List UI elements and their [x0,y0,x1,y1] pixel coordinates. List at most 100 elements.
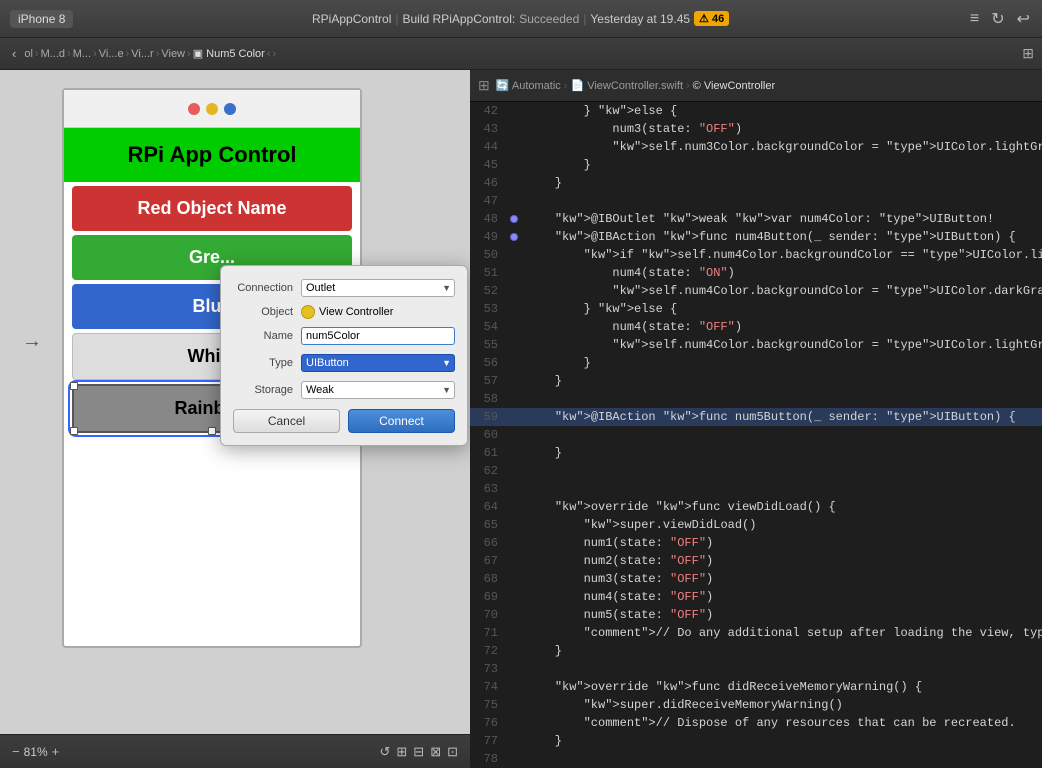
top-bar-left: iPhone 8 [10,10,73,28]
line-dot [506,228,522,246]
code-line: 78 [470,750,1042,768]
btn-red-object[interactable]: Red Object Name [72,186,352,231]
zoom-in-btn[interactable]: + [52,744,60,759]
line-content: num3(state: "OFF") [522,570,1042,588]
left-panel: → RPi App Control Red Object Name Gre...… [0,70,470,768]
storage-select[interactable]: Weak Strong [301,381,455,399]
line-dot [506,498,522,516]
layout-icon-5[interactable]: ⊡ [447,744,458,760]
build-action: Build RPiAppControl: [403,12,516,26]
connection-row: Connection Outlet Action ▼ [233,278,455,297]
breadcrumb-item-num5[interactable]: ▣ Num5 Color [193,47,265,60]
type-select[interactable]: UIButton [301,354,455,372]
warning-badge: ⚠ 46 [694,11,729,26]
line-number: 65 [470,516,506,534]
line-dot [506,750,522,768]
nav-bar: ‹ ol › M...d › M... › Vi...e › Vi...r › … [0,38,1042,70]
line-content [522,426,1042,444]
layout-icon-2[interactable]: ⊞ [396,744,407,760]
project-name: RPiAppControl [312,12,391,26]
object-label: Object [233,306,301,318]
line-number: 55 [470,336,506,354]
line-number: 45 [470,156,506,174]
code-line: 46 } [470,174,1042,192]
line-dot [506,714,522,732]
line-dot [506,174,522,192]
build-result: Succeeded [519,12,579,26]
line-dot [506,696,522,714]
code-line: 49 "kw">@IBAction "kw">func num4Button(_… [470,228,1042,246]
line-content: } [522,642,1042,660]
line-dot [506,354,522,372]
pipe-sep: | [395,12,398,26]
zoom-out-btn[interactable]: − [12,744,20,759]
line-dot [506,318,522,336]
back-icon[interactable]: ↩ [1015,7,1032,31]
code-line: 50 "kw">if "kw">self.num4Color.backgroun… [470,246,1042,264]
connection-select[interactable]: Outlet Action [301,279,455,297]
connection-dialog: Connection Outlet Action ▼ Object View C… [220,265,468,446]
line-content: } [522,354,1042,372]
name-input[interactable] [301,327,455,345]
cancel-button[interactable]: Cancel [233,409,340,433]
line-number: 75 [470,696,506,714]
code-line: 68 num3(state: "OFF") [470,570,1042,588]
name-label: Name [233,330,301,342]
line-dot [506,102,522,120]
top-bar-center: RPiAppControl | Build RPiAppControl: Suc… [81,11,959,26]
code-line: 64 "kw">override "kw">func viewDidLoad()… [470,498,1042,516]
dot-yellow [206,103,218,115]
build-timestamp: Yesterday at 19.45 [590,12,690,26]
code-line: 73 [470,660,1042,678]
line-dot [506,552,522,570]
pipe-sep2: | [583,12,586,26]
layout-icon-4[interactable]: ⊠ [430,744,441,760]
line-number: 62 [470,462,506,480]
connection-label: Connection [233,282,301,294]
line-number: 47 [470,192,506,210]
app-header [64,90,360,128]
grid-icon[interactable]: ⊞ [1022,45,1034,62]
breakpoint-dot[interactable] [510,233,518,241]
layout-icon-3[interactable]: ⊟ [413,744,424,760]
top-bar-right: ≡ ↻ ↩ [968,7,1032,31]
line-dot [506,642,522,660]
line-content: "kw">super.viewDidLoad() [522,516,1042,534]
line-number: 44 [470,138,506,156]
line-number: 64 [470,498,506,516]
main-area: → RPi App Control Red Object Name Gre...… [0,70,1042,768]
line-number: 54 [470,318,506,336]
type-label: Type [233,357,301,369]
top-bar: iPhone 8 RPiAppControl | Build RPiAppCon… [0,0,1042,38]
code-line: 42 } "kw">else { [470,102,1042,120]
build-status: RPiAppControl | Build RPiAppControl: Suc… [312,11,729,26]
line-number: 56 [470,354,506,372]
vc-icon [301,305,315,319]
line-content: } [522,174,1042,192]
line-dot [506,660,522,678]
line-content: "kw">override "kw">func viewDidLoad() { [522,498,1042,516]
refresh-icon[interactable]: ↻ [989,7,1006,31]
zoom-control: − 81% + [12,744,59,759]
nav-back-btn[interactable]: ‹ [8,44,20,63]
canvas-area: → RPi App Control Red Object Name Gre...… [0,70,470,734]
layout-icon-1[interactable]: ↺ [379,744,390,760]
connect-button[interactable]: Connect [348,409,455,433]
line-number: 51 [470,264,506,282]
line-dot [506,336,522,354]
editor-grid-icon[interactable]: ⊞ [478,77,490,94]
line-content [522,480,1042,498]
code-line: 53 } "kw">else { [470,300,1042,318]
line-dot [506,120,522,138]
breadcrumb-item-2: M...d [41,48,65,60]
rpi-banner: RPi App Control [64,128,360,182]
breakpoint-dot[interactable] [510,215,518,223]
line-content: } "kw">else { [522,102,1042,120]
line-content: num4(state: "OFF") [522,588,1042,606]
line-dot [506,732,522,750]
menu-icon[interactable]: ≡ [968,8,981,30]
object-row: Object View Controller [233,305,455,319]
line-number: 70 [470,606,506,624]
line-number: 76 [470,714,506,732]
nav-right: ⊞ [1022,45,1034,62]
